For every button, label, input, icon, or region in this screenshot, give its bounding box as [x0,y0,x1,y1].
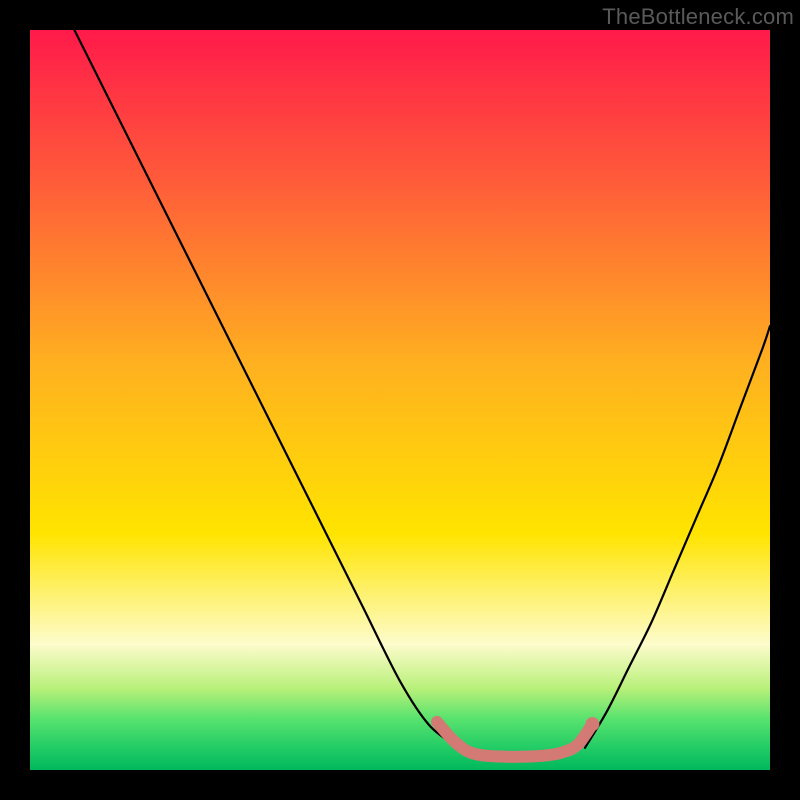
highlight-dot [585,717,599,731]
chart-container: TheBottleneck.com [0,0,800,800]
plot-area [30,30,770,770]
chart-svg [30,30,770,770]
gradient-background [30,30,770,770]
watermark-text: TheBottleneck.com [602,4,794,30]
